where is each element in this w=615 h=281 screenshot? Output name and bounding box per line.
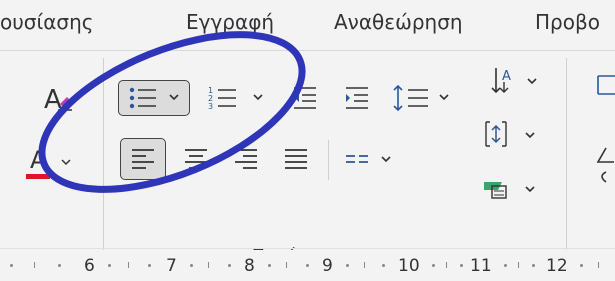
ruler-number: 8	[244, 256, 255, 276]
ruler-dot	[382, 264, 385, 267]
ruler-dot	[148, 264, 151, 267]
ruler-number: 11	[470, 256, 492, 276]
ruler-dot	[228, 264, 231, 267]
ribbon-bottom-divider	[0, 248, 615, 249]
ruler-dot	[108, 264, 111, 267]
ruler-tick	[364, 262, 365, 268]
ruler-dot	[268, 264, 271, 267]
ruler-number: 9	[322, 256, 333, 276]
ruler-dot	[504, 264, 507, 267]
ruler-dot	[58, 264, 61, 267]
annotation-circle	[38, 31, 306, 193]
ruler-tick	[34, 262, 35, 268]
ruler-tick	[518, 262, 519, 268]
ruler-dot	[346, 264, 349, 267]
ruler-tick	[286, 262, 287, 268]
ruler-number: 6	[84, 256, 95, 276]
ruler-number: 10	[398, 256, 420, 276]
ruler-dot	[190, 264, 193, 267]
ruler-dot	[532, 264, 535, 267]
ruler-dot	[10, 264, 13, 267]
ruler-dot	[432, 264, 435, 267]
ruler-dot	[306, 264, 309, 267]
horizontal-ruler[interactable]: 6 7 8 9 10 11 12	[0, 250, 615, 281]
ruler-number: 12	[546, 256, 568, 276]
ruler-tick	[446, 262, 447, 268]
ruler-tick	[208, 262, 209, 268]
ruler-tick	[598, 262, 599, 268]
ruler-dot	[460, 264, 463, 267]
ruler-number: 7	[166, 256, 177, 276]
ribbon: A A 1 2 3 A	[0, 31, 615, 280]
ruler-tick	[128, 262, 129, 268]
ruler-dot	[580, 264, 583, 267]
